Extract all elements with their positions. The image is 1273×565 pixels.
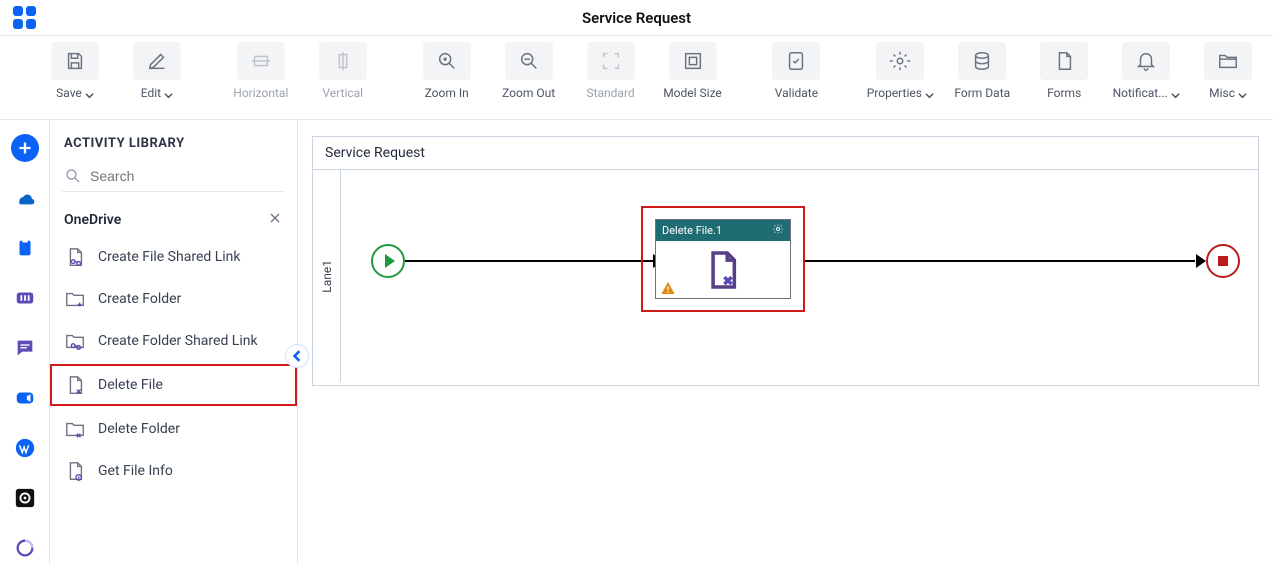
lane-body[interactable]: Delete File.1 bbox=[341, 170, 1258, 382]
form-data-button[interactable]: Form Data bbox=[947, 42, 1017, 100]
database-icon bbox=[958, 42, 1006, 80]
chevron-down-icon bbox=[85, 89, 94, 98]
document-icon bbox=[1040, 42, 1088, 80]
edit-button[interactable]: Edit bbox=[122, 42, 192, 100]
collapse-panel-button[interactable] bbox=[285, 344, 309, 368]
misc-button[interactable]: Misc bbox=[1193, 42, 1263, 100]
start-node[interactable] bbox=[371, 244, 405, 278]
activity-item-delete-folder[interactable]: Delete Folder bbox=[50, 408, 297, 450]
align-vertical-button: Vertical bbox=[308, 42, 378, 100]
activity-item-get-file-info[interactable]: Get File Info bbox=[50, 450, 297, 492]
chevron-left-icon bbox=[291, 350, 303, 362]
folder-delete-icon bbox=[62, 416, 88, 442]
task-highlight: Delete File.1 bbox=[641, 206, 805, 312]
zoom-in-icon bbox=[423, 42, 471, 80]
activity-label: Delete File bbox=[98, 377, 163, 394]
activity-item-create-folder[interactable]: Create Folder bbox=[50, 278, 297, 320]
lane-label[interactable]: Lane1 bbox=[313, 170, 341, 382]
chevron-down-icon bbox=[164, 89, 173, 98]
panel-title: ACTIVITY LIBRARY bbox=[50, 120, 297, 161]
search-box bbox=[62, 161, 285, 192]
canvas-wrap: Service Request Lane1 Delete File.1 bbox=[298, 120, 1273, 565]
zoom-in-button[interactable]: Zoom In bbox=[412, 42, 482, 100]
chevron-down-icon bbox=[925, 89, 934, 98]
video-icon[interactable] bbox=[11, 384, 39, 412]
folder-link-icon bbox=[62, 328, 88, 354]
edit-icon bbox=[133, 42, 181, 80]
properties-button[interactable]: Properties bbox=[865, 42, 935, 100]
group-title: OneDrive bbox=[64, 212, 121, 228]
activity-label: Create Folder Shared Link bbox=[98, 333, 258, 350]
gear-icon[interactable] bbox=[772, 223, 784, 238]
canvas-title: Service Request bbox=[313, 137, 1258, 170]
chevron-down-icon bbox=[1238, 89, 1247, 98]
activity-item-create-file-shared-link[interactable]: Create File Shared Link bbox=[50, 236, 297, 278]
file-info-icon bbox=[62, 458, 88, 484]
apps-icon[interactable] bbox=[10, 4, 38, 32]
activity-list: Create File Shared Link Create Folder Cr… bbox=[50, 236, 297, 565]
activity-label: Create File Shared Link bbox=[98, 249, 241, 266]
zoom-standard-button: Standard bbox=[576, 42, 646, 100]
loading-icon[interactable] bbox=[11, 534, 39, 562]
app-header: Service Request bbox=[0, 0, 1273, 36]
validate-icon bbox=[772, 42, 820, 80]
zoom-out-button[interactable]: Zoom Out bbox=[494, 42, 564, 100]
activity-label: Get File Info bbox=[98, 463, 173, 480]
search-input[interactable] bbox=[90, 168, 283, 184]
connector[interactable] bbox=[405, 260, 657, 262]
forms-button[interactable]: Forms bbox=[1029, 42, 1099, 100]
chat-icon[interactable] bbox=[11, 334, 39, 362]
warning-icon bbox=[660, 280, 676, 296]
onedrive-icon[interactable] bbox=[11, 184, 39, 212]
notifications-button[interactable]: Notificat... bbox=[1111, 42, 1181, 100]
arrowhead-icon bbox=[1196, 254, 1206, 268]
align-horizontal-icon bbox=[237, 42, 285, 80]
file-delete-icon bbox=[706, 250, 740, 290]
save-button[interactable]: Save bbox=[40, 42, 110, 100]
search-icon bbox=[64, 167, 82, 185]
fit-icon bbox=[669, 42, 717, 80]
close-icon[interactable] bbox=[267, 210, 283, 230]
activity-label: Delete Folder bbox=[98, 421, 180, 438]
task-title: Delete File.1 bbox=[662, 224, 722, 237]
bell-icon bbox=[1122, 42, 1170, 80]
folder-add-icon bbox=[62, 286, 88, 312]
activity-item-create-folder-shared-link[interactable]: Create Folder Shared Link bbox=[50, 320, 297, 362]
panel-group-header[interactable]: OneDrive bbox=[50, 200, 297, 236]
file-link-icon bbox=[62, 244, 88, 270]
activity-item-delete-file[interactable]: Delete File bbox=[50, 364, 297, 406]
folder-icon bbox=[1204, 42, 1252, 80]
end-node[interactable] bbox=[1206, 244, 1240, 278]
clipboard-icon[interactable] bbox=[11, 234, 39, 262]
gear-icon bbox=[876, 42, 924, 80]
left-rail bbox=[0, 120, 50, 565]
page-title: Service Request bbox=[0, 9, 1273, 27]
swimlane: Lane1 Delete File.1 bbox=[313, 170, 1258, 382]
barcode-icon[interactable] bbox=[11, 284, 39, 312]
file-delete-icon bbox=[62, 372, 88, 398]
fullscreen-icon bbox=[587, 42, 635, 80]
process-canvas[interactable]: Service Request Lane1 Delete File.1 bbox=[312, 136, 1259, 386]
wordpress-icon[interactable] bbox=[11, 434, 39, 462]
validate-button[interactable]: Validate bbox=[761, 42, 831, 100]
chevron-down-icon bbox=[1171, 89, 1180, 98]
task-node-delete-file[interactable]: Delete File.1 bbox=[655, 219, 791, 299]
save-icon bbox=[51, 42, 99, 80]
align-vertical-icon bbox=[319, 42, 367, 80]
target-icon[interactable] bbox=[11, 484, 39, 512]
model-size-button[interactable]: Model Size bbox=[658, 42, 728, 100]
connector[interactable] bbox=[805, 260, 1195, 262]
toolbar: Save Edit Horizontal Vertical Zoom In bbox=[0, 36, 1273, 120]
activity-library-panel: ACTIVITY LIBRARY OneDrive Create File Sh… bbox=[50, 120, 298, 565]
activity-label: Create Folder bbox=[98, 291, 181, 308]
zoom-out-icon bbox=[505, 42, 553, 80]
add-button[interactable] bbox=[11, 134, 39, 162]
align-horizontal-button: Horizontal bbox=[226, 42, 296, 100]
